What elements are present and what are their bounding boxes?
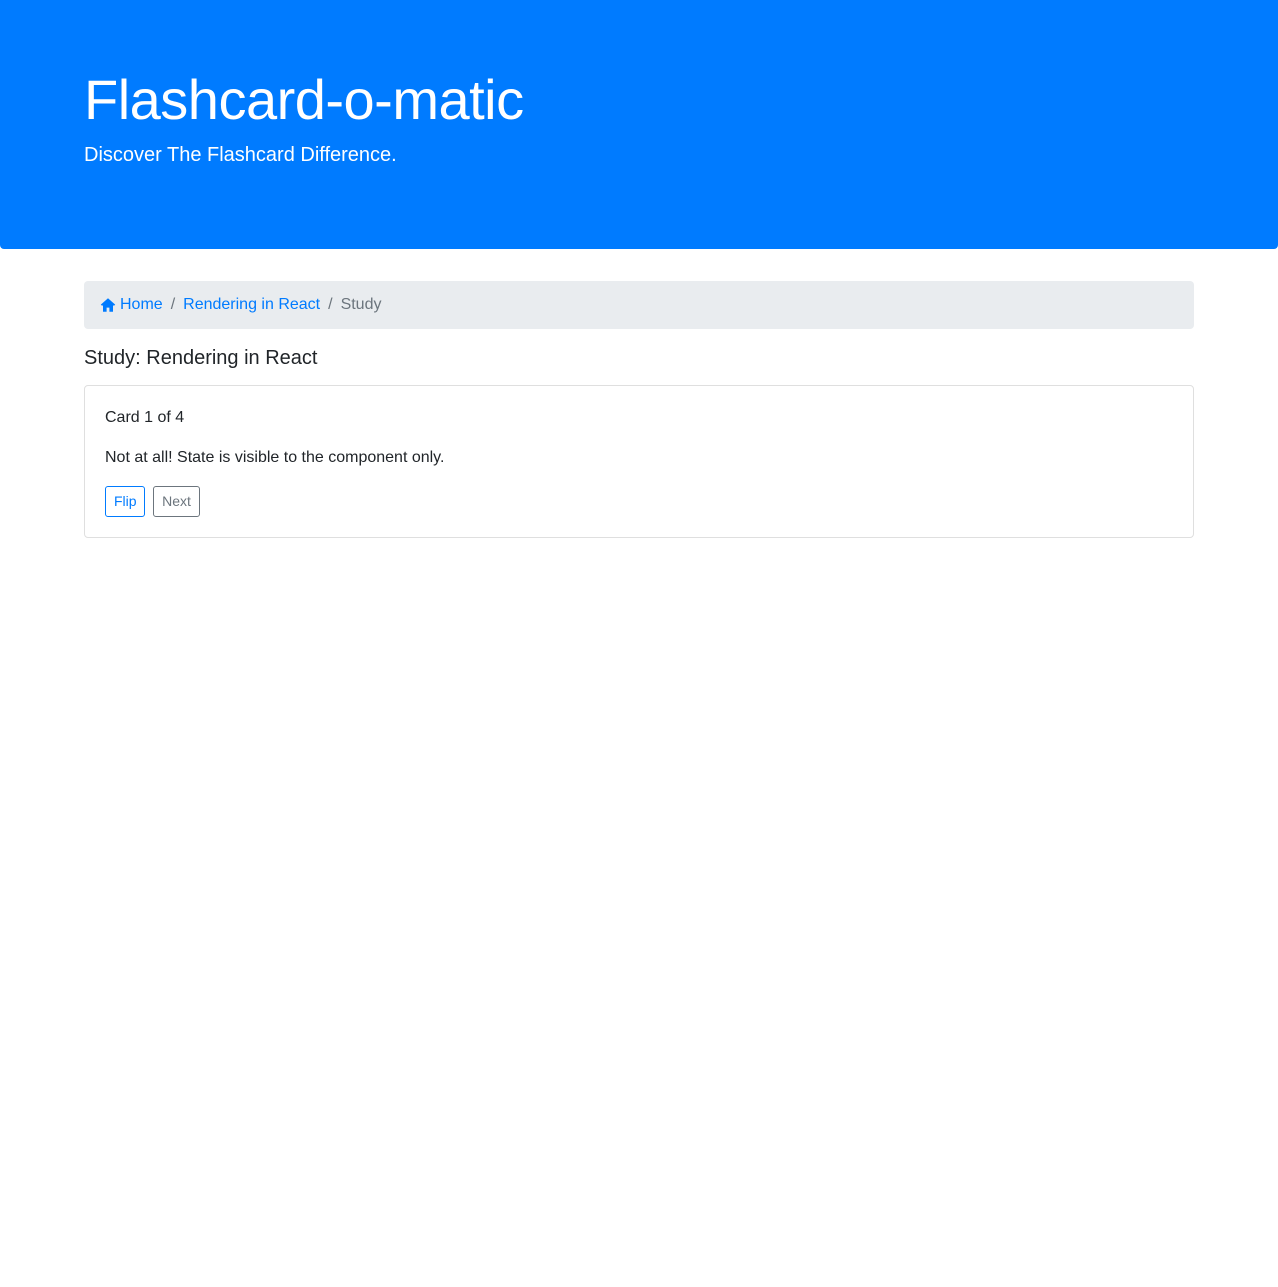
breadcrumb: Home / Rendering in React / Study	[84, 281, 1194, 329]
flip-button[interactable]: Flip	[105, 486, 145, 517]
home-icon	[100, 298, 116, 312]
app-subtitle: Discover The Flashcard Difference.	[84, 144, 397, 166]
card-counter: Card 1 of 4	[105, 409, 185, 426]
page-title: Study: Rendering in React	[84, 347, 318, 369]
card-text: Not at all! State is visible to the comp…	[105, 449, 445, 466]
next-button[interactable]: Next	[153, 486, 200, 517]
breadcrumb-current: Study	[340, 296, 382, 313]
header-banner: Flashcard-o-matic Discover The Flashcard…	[0, 0, 1278, 249]
breadcrumb-home-link[interactable]: Home	[100, 296, 163, 314]
breadcrumb-separator: /	[328, 296, 333, 313]
flashcard: Card 1 of 4 Not at all! State is visible…	[84, 385, 1194, 538]
breadcrumb-deck-link[interactable]: Rendering in React	[183, 296, 320, 314]
breadcrumb-separator: /	[170, 296, 176, 313]
app-title: Flashcard-o-matic	[84, 68, 524, 131]
breadcrumb-home-label: Home	[120, 296, 163, 313]
